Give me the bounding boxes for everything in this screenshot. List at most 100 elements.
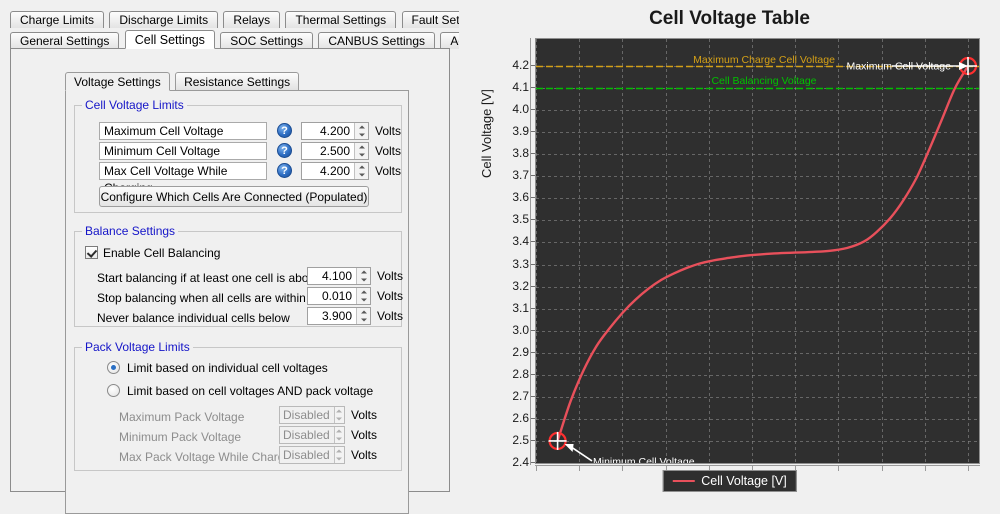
y-axis-tick-label: 2.7 xyxy=(512,388,529,403)
cell-settings-pane: Voltage Settings Resistance Settings Cel… xyxy=(10,48,450,514)
spinner-maximum-cell-voltage[interactable] xyxy=(354,123,368,139)
spinner-up-icon[interactable] xyxy=(335,407,344,415)
radio-limit-cells-and-pack[interactable] xyxy=(107,384,120,397)
spinner-up-icon[interactable] xyxy=(355,123,368,131)
value-maximum-pack-voltage: Disabled xyxy=(283,408,330,422)
question-mark-icon[interactable]: ? xyxy=(277,123,292,138)
input-minimum-pack-voltage[interactable]: Disabled xyxy=(279,426,345,444)
radio-limit-individual-cells[interactable] xyxy=(107,361,120,374)
question-mark-icon[interactable]: ? xyxy=(277,163,292,178)
spinner-stop-balancing[interactable] xyxy=(356,288,370,304)
x-axis-tick-mark xyxy=(838,466,840,471)
value-maximum-cell-voltage: 4.200 xyxy=(319,124,350,138)
tab-general-settings[interactable]: General Settings xyxy=(10,32,120,49)
spinner-down-icon[interactable] xyxy=(357,296,370,304)
x-axis-tick-mark xyxy=(924,466,926,471)
spinner-down-icon[interactable] xyxy=(357,316,370,324)
tab-relays[interactable]: Relays xyxy=(223,11,281,28)
spinner-down-icon[interactable] xyxy=(335,435,344,443)
spinner-minimum-cell-voltage[interactable] xyxy=(354,143,368,159)
spinner-down-icon[interactable] xyxy=(355,171,368,179)
input-max-pack-voltage-while-charging[interactable]: Disabled xyxy=(279,446,345,464)
main-tab-strip: Charge Limits Discharge Limits Relays Th… xyxy=(10,11,542,49)
label-limit-cells-and-pack: Limit based on cell voltages AND pack vo… xyxy=(127,384,374,398)
tab-voltage-settings[interactable]: Voltage Settings xyxy=(65,72,170,91)
label-start-balancing: Start balancing if at least one cell is … xyxy=(97,271,322,285)
settings-panel: Charge Limits Discharge Limits Relays Th… xyxy=(0,0,542,514)
question-mark-icon[interactable]: ? xyxy=(277,143,292,158)
spinner-max-pack-voltage-while-charging[interactable] xyxy=(333,447,344,463)
spinner-maximum-pack-voltage[interactable] xyxy=(333,407,344,423)
spinner-up-icon[interactable] xyxy=(357,308,370,316)
spinner-down-icon[interactable] xyxy=(355,131,368,139)
tab-cell-settings[interactable]: Cell Settings xyxy=(124,30,215,49)
units-never-balance-below: Volts xyxy=(377,309,404,323)
units-stop-balancing: Volts xyxy=(377,289,404,303)
x-axis xyxy=(535,465,980,466)
chart-svg: Maximum Charge Cell Voltage Cell Balancin… xyxy=(536,39,979,463)
spinner-up-icon[interactable] xyxy=(357,288,370,296)
spinner-up-icon[interactable] xyxy=(355,143,368,151)
spinner-down-icon[interactable] xyxy=(355,151,368,159)
tab-charge-limits[interactable]: Charge Limits xyxy=(10,11,105,28)
y-axis-tick-label: 3.2 xyxy=(512,278,529,293)
x-axis-tick-mark xyxy=(536,466,537,471)
value-stop-balancing: 0.010 xyxy=(321,289,352,303)
input-never-balance-below[interactable]: 3.900 xyxy=(307,307,371,325)
y-axis-tick-label: 3.6 xyxy=(512,190,529,205)
plot-area: Maximum Charge Cell Voltage Cell Balancin… xyxy=(535,38,980,464)
input-minimum-cell-voltage[interactable]: 2.500 xyxy=(301,142,369,160)
spinner-max-cell-voltage-while-charging[interactable] xyxy=(354,163,368,179)
value-minimum-cell-voltage: 2.500 xyxy=(319,144,350,158)
chart-legend[interactable]: Cell Voltage [V] xyxy=(662,470,797,492)
input-maximum-pack-voltage[interactable]: Disabled xyxy=(279,406,345,424)
units-minimum-pack-voltage: Volts xyxy=(351,428,378,442)
y-axis-tick-label: 3.4 xyxy=(512,234,529,249)
spinner-down-icon[interactable] xyxy=(357,276,370,284)
y-axis-tick-label: 4.2 xyxy=(512,58,529,72)
label-enable-cell-balancing: Enable Cell Balancing xyxy=(103,246,221,260)
checkbox-enable-cell-balancing[interactable] xyxy=(85,246,98,259)
spinner-up-icon[interactable] xyxy=(355,163,368,171)
y-axis-tick-label: 4.1 xyxy=(512,80,529,95)
y-axis-tick-label: 2.6 xyxy=(512,410,529,425)
group-pack-voltage-limits: Pack Voltage Limits Limit based on indiv… xyxy=(74,340,402,471)
label-minimum-pack-voltage: Minimum Pack Voltage xyxy=(119,430,242,444)
label-maximum-pack-voltage: Maximum Pack Voltage xyxy=(119,410,245,424)
group-balance-settings: Balance Settings Enable Cell Balancing S… xyxy=(74,224,404,327)
spinner-up-icon[interactable] xyxy=(357,268,370,276)
value-minimum-pack-voltage: Disabled xyxy=(283,428,330,442)
label-stop-balancing: Stop balancing when all cells are within xyxy=(97,291,306,305)
spinner-up-icon[interactable] xyxy=(335,447,344,455)
units-start-balancing: Volts xyxy=(377,269,404,283)
x-axis-tick-mark xyxy=(968,466,969,471)
y-axis xyxy=(530,38,531,465)
tab-resistance-settings[interactable]: Resistance Settings xyxy=(175,72,300,91)
y-axis-tick-label: 3.1 xyxy=(512,300,529,315)
spinner-down-icon[interactable] xyxy=(335,455,344,463)
cell-voltage-chart-panel: Cell Voltage Table Cell Voltage [V] 4.2 4… xyxy=(459,0,1000,503)
spinner-up-icon[interactable] xyxy=(335,427,344,435)
input-stop-balancing[interactable]: 0.010 xyxy=(307,287,371,305)
input-start-balancing[interactable]: 4.100 xyxy=(307,267,371,285)
y-axis-title: Cell Voltage [V] xyxy=(479,89,494,178)
y-axis-tick-label: 3.9 xyxy=(512,124,529,139)
label-minimum-cell-voltage: Minimum Cell Voltage xyxy=(99,142,267,160)
spinner-start-balancing[interactable] xyxy=(356,268,370,284)
spinner-minimum-pack-voltage[interactable] xyxy=(333,427,344,443)
x-axis-tick-mark xyxy=(622,466,624,471)
spinner-down-icon[interactable] xyxy=(335,415,344,423)
tab-discharge-limits[interactable]: Discharge Limits xyxy=(109,11,219,28)
input-max-cell-voltage-while-charging[interactable]: 4.200 xyxy=(301,162,369,180)
tab-canbus-settings[interactable]: CANBUS Settings xyxy=(318,32,436,49)
label-max-pack-voltage-while-charging: Max Pack Voltage While Charging xyxy=(119,450,301,464)
group-legend-pack-voltage-limits: Pack Voltage Limits xyxy=(82,340,193,354)
x-axis-tick-mark xyxy=(579,466,581,471)
configure-connected-cells-button[interactable]: Configure Which Cells Are Connected (Pop… xyxy=(99,186,369,207)
tab-soc-settings[interactable]: SOC Settings xyxy=(220,32,313,49)
y-axis-tick-label: 3.5 xyxy=(512,212,529,227)
tab-thermal-settings[interactable]: Thermal Settings xyxy=(285,11,397,28)
spinner-never-balance-below[interactable] xyxy=(356,308,370,324)
input-maximum-cell-voltage[interactable]: 4.200 xyxy=(301,122,369,140)
label-max-cell-voltage-while-charging: Max Cell Voltage While Charging xyxy=(99,162,267,195)
